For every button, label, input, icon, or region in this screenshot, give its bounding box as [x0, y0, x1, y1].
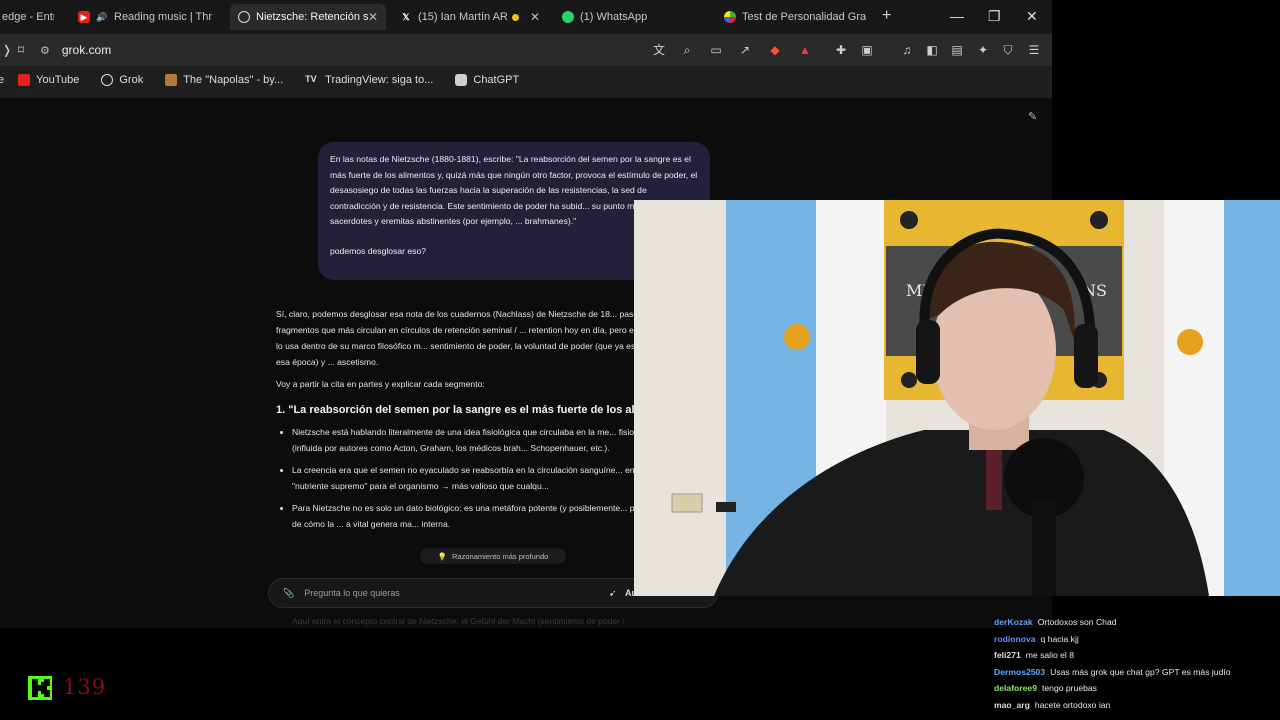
chat-username: mao_arg — [994, 699, 1030, 710]
chat-message: derKozak Ortodoxos son Chad — [994, 614, 1274, 631]
deeper-reasoning-chip[interactable]: 💡 Razonamiento más profundo — [420, 548, 566, 564]
close-tab-icon[interactable]: ✕ — [530, 10, 540, 24]
close-window-button[interactable]: ✕ — [1026, 8, 1038, 25]
test-site-icon — [724, 11, 736, 23]
chat-message: mao_arg hacete ortodoxo ian — [994, 697, 1274, 714]
tab-reading-music[interactable]: ▶ 🔊 Reading music | Thrille — [70, 4, 220, 30]
lightbulb-icon: 💡 — [437, 551, 448, 561]
sidebar-panel-icon[interactable]: ▣ — [860, 43, 874, 57]
prompt-placeholder: Pregunta lo que quieras — [304, 588, 400, 598]
maximize-button[interactable]: ❐ — [988, 8, 1001, 25]
notification-dot-icon — [511, 13, 519, 21]
url-text: grok.com — [61, 43, 112, 57]
bookmark-grok[interactable]: Grok — [101, 74, 143, 86]
chat-text: Ortodoxos son Chad — [1037, 617, 1117, 627]
brave-shields-icon[interactable]: ◆ — [768, 43, 782, 57]
bookmark-tradingview[interactable]: TV TradingView: siga to... — [305, 74, 433, 86]
partial-icon[interactable]: ❭ — [0, 43, 14, 57]
chat-message: delaforee9 tengo pruebas — [994, 680, 1274, 697]
minimize-button[interactable]: — — [950, 8, 964, 24]
bookmark-label: Grok — [119, 74, 144, 86]
bookmark-napolas[interactable]: The "Napolas" - by... — [165, 74, 283, 86]
chat-text: me salio el 8 — [1025, 650, 1075, 660]
browser-window: edge - Entre ▶ 🔊 Reading music | Thrille… — [0, 0, 1052, 98]
vpn-icon[interactable]: ⛉ — [1001, 43, 1015, 57]
chat-message: Dermos2503 Usas más grok que chat gp? GPT… — [994, 664, 1274, 681]
translate-icon[interactable]: 文 — [652, 43, 666, 57]
grok-icon — [101, 74, 114, 86]
tab-whatsapp[interactable]: (1) WhatsApp — [554, 4, 710, 30]
chat-text: Usas más grok que chat gp? GPT es más ju… — [1050, 666, 1231, 677]
tab-label: Reading music | Thrille — [114, 11, 212, 23]
tab-edge[interactable]: edge - Entre — [0, 4, 62, 30]
chatgpt-icon — [455, 74, 468, 86]
chat-username: rodionova — [994, 633, 1036, 644]
toolbar: ❭ ⌑ ⚙ grok.com 文 ⌕ ▭ ↗ ◆ ▲ ✚ ▣ ♫ ◧ ▤ ✦ ⛉… — [0, 34, 1052, 66]
cast-icon[interactable]: ▭ — [709, 43, 723, 57]
bookmark-label: YouTube — [36, 74, 80, 86]
substack-icon — [165, 74, 178, 86]
chat-text: hacete ortodoxo ian — [1034, 699, 1111, 710]
send-mode-icon[interactable]: ➹ — [609, 588, 617, 599]
site-settings-icon[interactable]: ⚙ — [40, 44, 50, 57]
bookmark-youtube[interactable]: YouTube — [18, 74, 79, 86]
tab-label: Test de Personalidad Grati — [742, 11, 866, 23]
chat-text: tengo pruebas — [1042, 683, 1097, 693]
audio-playing-icon: 🔊 — [96, 11, 108, 22]
chat-message: rodionova q hacia kjj — [994, 631, 1274, 648]
chat-username: Dermos2503 — [994, 666, 1046, 677]
chip-label: Razonamiento más profundo — [452, 551, 549, 561]
share-icon[interactable]: ↗ — [738, 43, 752, 57]
leo-ai-icon[interactable]: ✦ — [976, 43, 990, 57]
chat-username: derKozak — [994, 617, 1033, 627]
youtube-icon — [18, 74, 31, 86]
webcam-overlay: MIT NS — [634, 200, 1280, 596]
close-tab-icon[interactable]: ✕ — [368, 10, 378, 24]
viewer-count: 139 — [63, 675, 107, 699]
address-bar[interactable]: ⚙ grok.com — [40, 38, 640, 62]
tradingview-icon: TV — [305, 74, 317, 84]
bookmark-icon[interactable]: ⌑ — [14, 43, 28, 57]
chat-username: feli271 — [994, 650, 1021, 660]
partial-bookmark-icon: e — [0, 74, 5, 86]
stream-chat: derKozak Ortodoxos son Chad rodionova q ha… — [994, 614, 1274, 713]
chat-text: q hacia kjj — [1040, 633, 1079, 644]
attach-icon[interactable]: 📎 — [283, 588, 294, 599]
wallet-icon[interactable]: ▤ — [950, 43, 964, 57]
bookmarks-bar: e YouTube Grok The "Napolas" - by... TV … — [0, 66, 1052, 94]
menu-icon[interactable]: ☰ — [1027, 43, 1041, 57]
zoom-icon[interactable]: ⌕ — [680, 43, 694, 57]
bookmark-chatgpt[interactable]: ChatGPT — [455, 74, 519, 86]
tab-label: (15) Ian Martín AR — [418, 11, 508, 23]
bookmark-label: TradingView: siga to... — [325, 74, 434, 86]
tab-nietzsche[interactable]: Nietzsche: Retención s ✕ — [230, 4, 386, 30]
tab-label: (1) WhatsApp — [580, 11, 648, 23]
new-chat-icon[interactable]: ✎ — [1028, 110, 1037, 123]
media-icon[interactable]: ♫ — [900, 43, 914, 57]
split-view-icon[interactable]: ◧ — [925, 43, 939, 57]
bookmark-label: ChatGPT — [473, 74, 520, 86]
youtube-icon: ▶ — [78, 11, 90, 23]
tab-strip: edge - Entre ▶ 🔊 Reading music | Thrille… — [0, 0, 1052, 34]
whatsapp-icon — [562, 11, 574, 23]
faded-answer-text: Aquí entra el concepto central de Nietzs… — [292, 616, 625, 626]
extensions-icon[interactable]: ✚ — [834, 43, 848, 57]
tab-label: edge - Entre — [2, 11, 54, 23]
grok-icon — [238, 11, 250, 23]
tab-x-ian-martin[interactable]: 𝕏 (15) Ian Martín AR ✕ — [392, 4, 548, 30]
screen: edge - Entre ▶ 🔊 Reading music | Thrille… — [0, 0, 1280, 720]
x-logo-icon: 𝕏 — [402, 11, 410, 22]
tab-label: Nietzsche: Retención s — [256, 11, 369, 23]
bookmark-label: The "Napolas" - by... — [183, 74, 284, 86]
tab-personality-test[interactable]: Test de Personalidad Grati — [716, 4, 874, 30]
brave-rewards-icon[interactable]: ▲ — [798, 43, 812, 57]
new-tab-button[interactable]: + — [882, 7, 891, 25]
kick-logo-icon — [28, 676, 52, 700]
chat-username: delaforee9 — [994, 683, 1037, 693]
webcam-image: MIT NS — [634, 200, 1280, 596]
chat-message: feli271 me salio el 8 — [994, 647, 1274, 664]
